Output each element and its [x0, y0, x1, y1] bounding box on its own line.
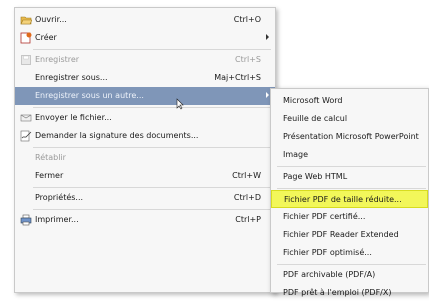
save-as-other-submenu: Microsoft Word Feuille de calcul Présent…	[270, 88, 429, 297]
separator	[33, 209, 271, 210]
menu-item-shortcut: Ctrl+W	[232, 171, 261, 180]
submenu-item-certified-pdf[interactable]: Fichier PDF certifié...	[271, 208, 428, 226]
menu-item-label: Enregistrer	[35, 55, 80, 64]
submenu-item-label: Présentation Microsoft PowerPoint	[283, 132, 419, 141]
separator	[33, 49, 271, 50]
submenu-item-spreadsheet[interactable]: Feuille de calcul	[271, 110, 428, 128]
submenu-item-label: Fichier PDF Reader Extended	[283, 230, 399, 239]
submenu-item-microsoft-word[interactable]: Microsoft Word	[271, 92, 428, 110]
submenu-arrow-icon	[266, 92, 269, 98]
menu-item-label: Créer	[35, 33, 57, 42]
menu-item-shortcut: Ctrl+S	[234, 55, 261, 64]
submenu-item-html-page[interactable]: Page Web HTML	[271, 168, 428, 186]
submenu-item-label: Image	[283, 150, 309, 159]
separator	[33, 107, 271, 108]
menu-item-send-file[interactable]: Envoyer le fichier...	[15, 109, 275, 127]
menu-item-label: Fermer	[35, 171, 64, 180]
submenu-item-label: PDF archivable (PDF/A)	[283, 270, 376, 279]
menu-item-close[interactable]: Fermer Ctrl+W	[15, 167, 275, 185]
submenu-item-label: Fichier PDF certifié...	[283, 212, 366, 221]
folder-open-icon	[20, 16, 32, 25]
menu-item-shortcut: Maj+Ctrl+S	[214, 73, 261, 82]
save-icon	[21, 55, 31, 65]
menu-item-open[interactable]: Ouvrir... Ctrl+O	[15, 11, 275, 29]
submenu-item-label: Fichier PDF de taille réduite...	[284, 195, 402, 204]
menu-item-label: Enregistrer sous un autre...	[35, 91, 144, 100]
menu-item-label: Rétablir	[35, 153, 66, 162]
menu-item-shortcut: Ctrl+P	[235, 215, 261, 224]
separator	[33, 187, 271, 188]
separator	[277, 166, 426, 167]
submenu-item-optimized-pdf[interactable]: Fichier PDF optimisé...	[271, 244, 428, 262]
separator	[277, 264, 426, 265]
submenu-item-image[interactable]: Image	[271, 146, 428, 164]
menu-item-label: Ouvrir...	[35, 15, 67, 24]
menu-item-save[interactable]: Enregistrer Ctrl+S	[15, 51, 275, 69]
menu-item-print[interactable]: Imprimer... Ctrl+P	[15, 211, 275, 229]
submenu-item-reduced-size-pdf[interactable]: Fichier PDF de taille réduite...	[271, 190, 428, 208]
submenu-item-label: Fichier PDF optimisé...	[283, 248, 372, 257]
file-menu: Ouvrir... Ctrl+O Créer Enregistrer Ctrl+…	[14, 7, 276, 293]
separator	[277, 188, 426, 189]
submenu-item-label: Page Web HTML	[283, 172, 348, 181]
send-file-icon	[20, 114, 32, 122]
menu-item-shortcut: Ctrl+O	[233, 15, 261, 24]
menu-item-label: Imprimer...	[35, 215, 79, 224]
separator	[33, 147, 271, 148]
submenu-item-pdf-x[interactable]: PDF prêt à l'emploi (PDF/X)	[271, 284, 428, 302]
menu-item-label: Demander la signature des documents...	[35, 131, 199, 140]
menu-item-save-as-other[interactable]: Enregistrer sous un autre...	[15, 87, 275, 105]
printer-icon	[20, 214, 32, 226]
menu-item-label: Propriétés...	[35, 193, 84, 202]
submenu-item-powerpoint[interactable]: Présentation Microsoft PowerPoint	[271, 128, 428, 146]
menu-item-revert[interactable]: Rétablir	[15, 149, 275, 167]
submenu-item-reader-extended-pdf[interactable]: Fichier PDF Reader Extended	[271, 226, 428, 244]
menu-item-save-as[interactable]: Enregistrer sous... Maj+Ctrl+S	[15, 69, 275, 87]
create-icon	[20, 32, 32, 44]
submenu-item-label: Microsoft Word	[283, 96, 343, 105]
menu-item-properties[interactable]: Propriétés... Ctrl+D	[15, 189, 275, 207]
menu-item-shortcut: Ctrl+D	[233, 193, 261, 202]
menu-item-create[interactable]: Créer	[15, 29, 275, 47]
mouse-pointer-icon	[176, 98, 184, 110]
signature-icon	[20, 130, 32, 142]
menu-item-request-signature[interactable]: Demander la signature des documents...	[15, 127, 275, 145]
menu-item-label: Enregistrer sous...	[35, 73, 108, 82]
submenu-item-pdf-a[interactable]: PDF archivable (PDF/A)	[271, 266, 428, 284]
submenu-item-label: Feuille de calcul	[283, 114, 348, 123]
submenu-arrow-icon	[266, 34, 269, 40]
menu-item-label: Envoyer le fichier...	[35, 113, 112, 122]
